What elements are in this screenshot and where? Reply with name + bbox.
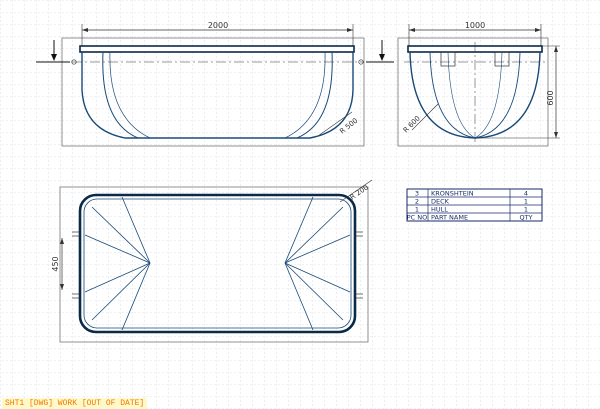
drawing-sheet: 2000 R 500 1000 600 R 600 450 R 200 3 KR… xyxy=(0,0,600,409)
parts-header-name: PART NAME xyxy=(431,214,468,222)
end-width-dimension: 1000 xyxy=(465,21,485,30)
end-height-dimension: 600 xyxy=(546,90,555,105)
parts-row-name: DECK xyxy=(431,198,450,206)
parts-table: 3 KRONSHTEIN 4 2 DECK 1 1 HULL 1 PC NO P… xyxy=(406,188,543,222)
parts-header-pos: PC NO xyxy=(407,214,428,222)
parts-row-pos: 3 xyxy=(415,190,419,198)
parts-row-pos: 1 xyxy=(415,206,419,214)
parts-row-pos: 2 xyxy=(415,198,419,206)
parts-row-qty: 4 xyxy=(524,190,528,198)
parts-row-name: KRONSHTEIN xyxy=(431,190,474,198)
parts-row-name: HULL xyxy=(431,206,448,214)
plan-width-dimension: 450 xyxy=(51,256,60,271)
status-bar: SHT1 [DWG] WORK [OUT OF DATE] xyxy=(2,398,148,409)
side-length-dimension: 2000 xyxy=(208,21,228,30)
parts-row-qty: 1 xyxy=(524,198,528,206)
side-deck xyxy=(79,45,355,53)
parts-header-qty: QTY xyxy=(519,214,532,222)
parts-row-qty: 1 xyxy=(524,206,528,214)
